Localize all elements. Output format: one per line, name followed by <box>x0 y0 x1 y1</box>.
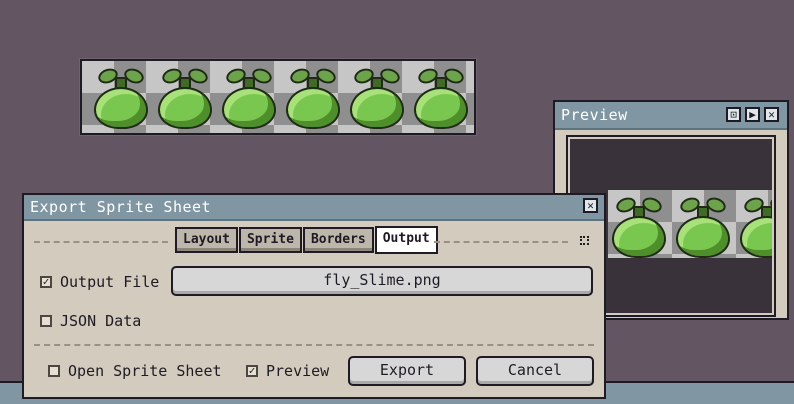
preview-option-label: Preview <box>266 362 330 380</box>
slime-frame-6 <box>408 66 470 129</box>
open-sprite-sheet-option[interactable]: Open Sprite Sheet <box>48 362 222 380</box>
separator-left <box>34 241 168 243</box>
preview-zoom-icon[interactable]: ⊡ <box>726 107 741 122</box>
tab-layout[interactable]: Layout <box>175 227 238 253</box>
separator-bottom <box>34 344 594 346</box>
preview-option[interactable]: ✓ Preview <box>246 362 329 380</box>
expand-icon[interactable] <box>580 236 589 245</box>
slime-frame-2 <box>152 66 214 129</box>
output-file-option[interactable]: ✓ Output File <box>40 273 159 291</box>
preview-title: Preview <box>561 106 628 124</box>
dialog-close-icon[interactable]: ✕ <box>583 198 598 213</box>
sprite-sheet-canvas <box>80 59 476 135</box>
cancel-button[interactable]: Cancel <box>476 356 594 386</box>
dialog-titlebar[interactable]: Export Sprite Sheet ✕ <box>24 195 604 221</box>
json-data-checkbox[interactable] <box>40 315 52 327</box>
tab-bar: Layout Sprite Borders Output <box>175 226 439 254</box>
output-file-checkbox[interactable]: ✓ <box>40 276 52 288</box>
slime-frame-1 <box>88 66 150 129</box>
open-sprite-sheet-checkbox[interactable] <box>48 365 60 377</box>
preview-titlebar[interactable]: Preview ⊡ ▶ ✕ <box>555 102 787 130</box>
json-data-option[interactable]: JSON Data <box>40 312 141 330</box>
dialog-title: Export Sprite Sheet <box>30 198 212 216</box>
preview-checkbox[interactable]: ✓ <box>246 365 258 377</box>
output-file-field[interactable]: fly_Slime.png <box>171 266 593 296</box>
preview-close-icon[interactable]: ✕ <box>764 107 779 122</box>
slime-frame-4 <box>280 66 342 129</box>
preview-play-icon[interactable]: ▶ <box>745 107 760 122</box>
open-sprite-sheet-label: Open Sprite Sheet <box>68 362 222 380</box>
export-button[interactable]: Export <box>348 356 466 386</box>
slime-frame-3 <box>216 66 278 129</box>
tab-output[interactable]: Output <box>374 226 438 254</box>
tab-borders[interactable]: Borders <box>302 227 374 253</box>
export-sprite-sheet-dialog[interactable]: Export Sprite Sheet ✕ Layout Sprite Bord… <box>22 193 606 399</box>
json-data-label: JSON Data <box>60 312 142 330</box>
slime-frame-5 <box>344 66 406 129</box>
output-file-label: Output File <box>60 273 160 291</box>
separator-right <box>434 241 568 243</box>
tab-sprite[interactable]: Sprite <box>238 227 302 253</box>
